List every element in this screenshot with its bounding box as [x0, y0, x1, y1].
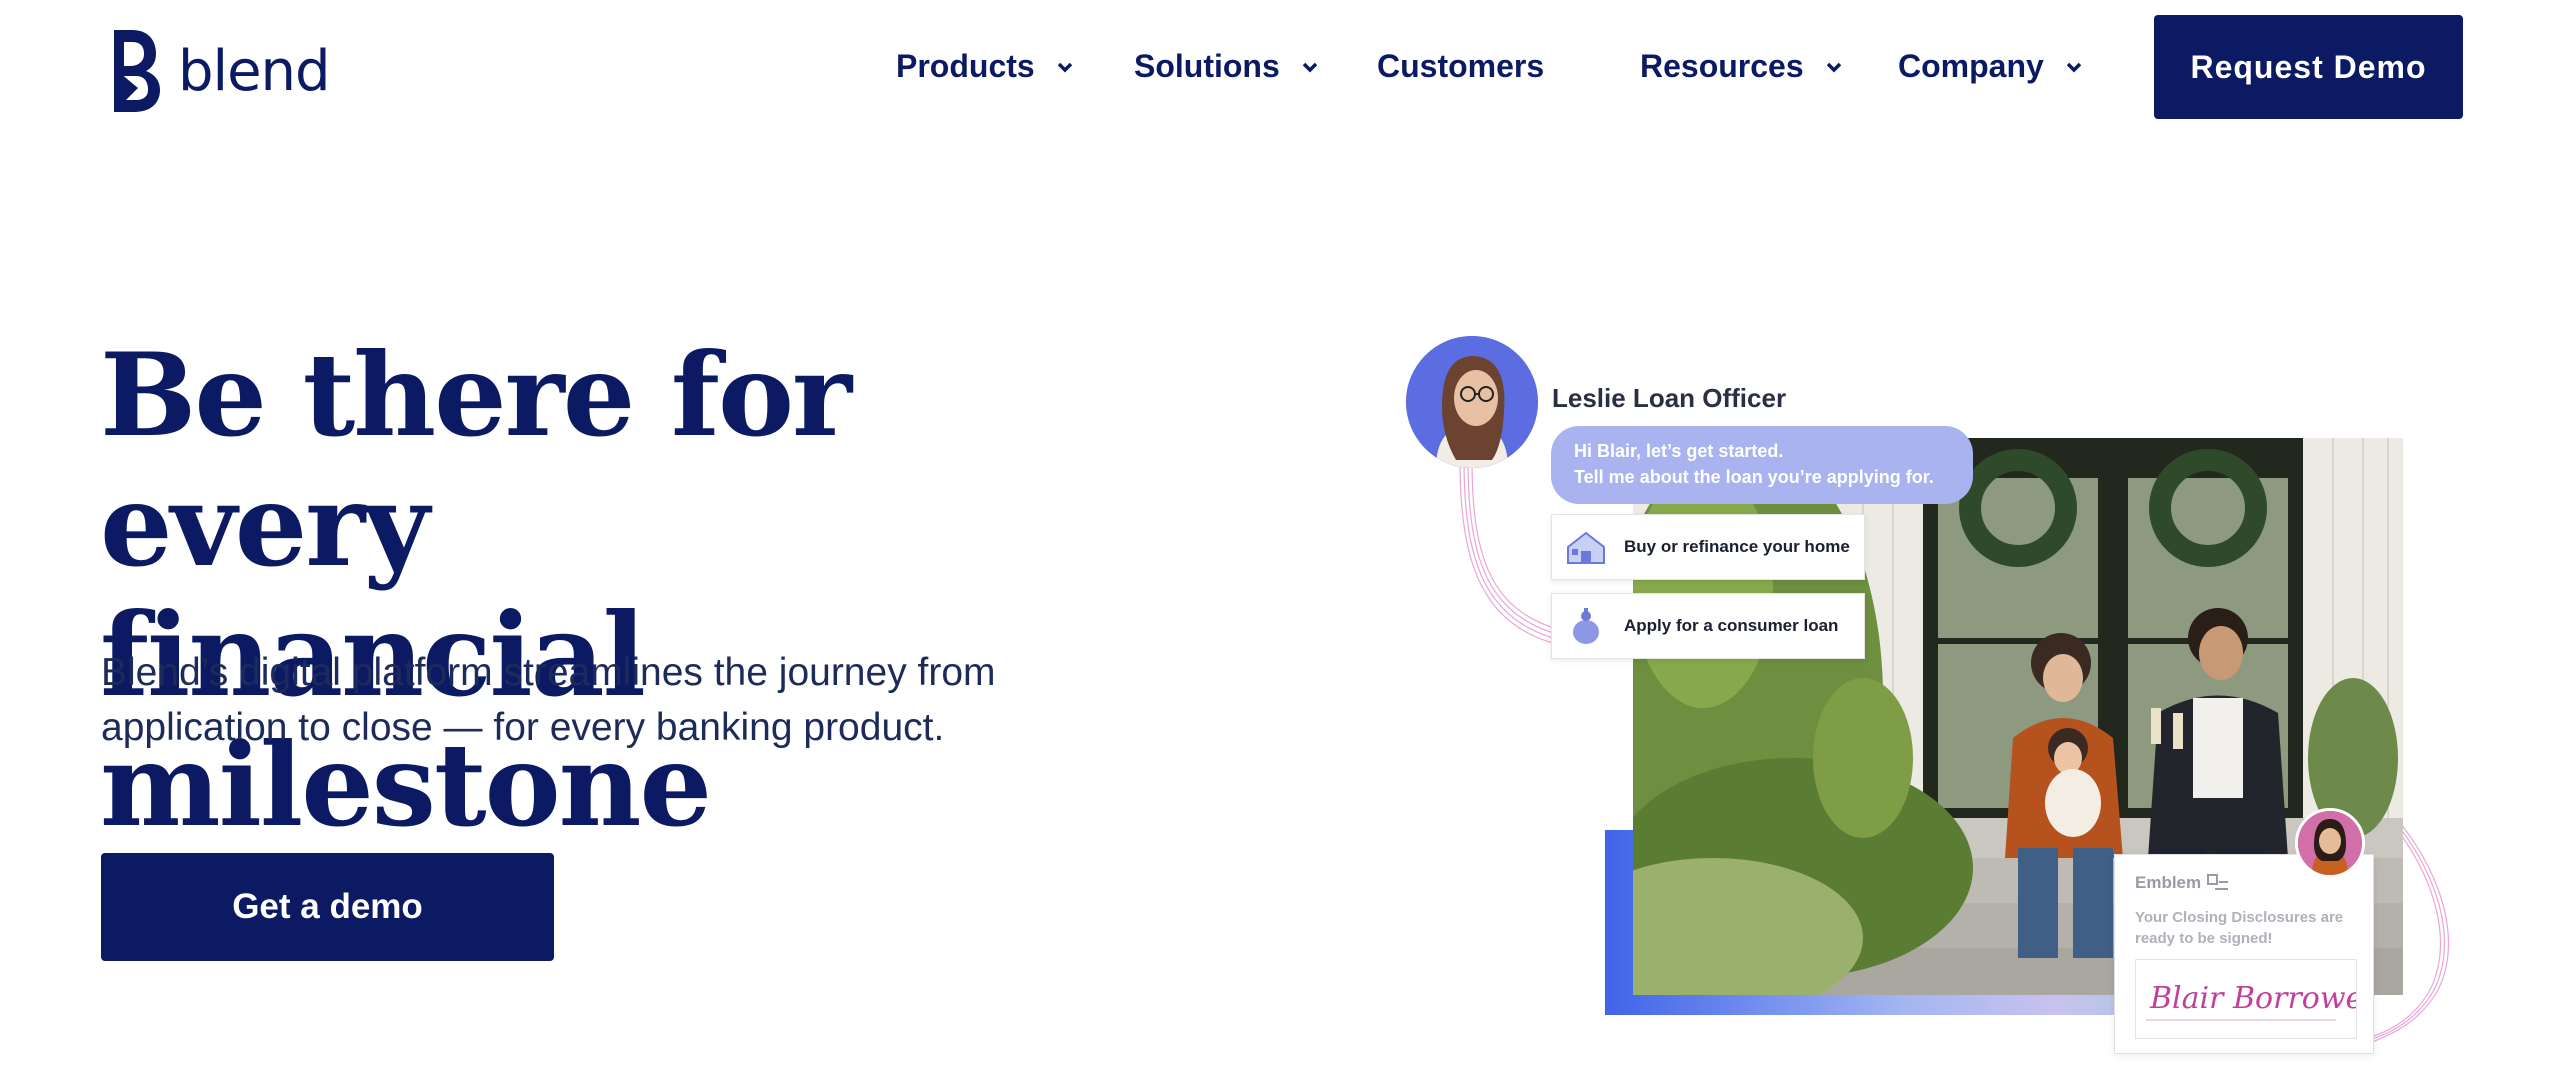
- blend-logo-icon: [114, 30, 160, 112]
- signature-text: Blair Borrower: [2149, 981, 2356, 1016]
- hero-illustration: Leslie Loan Officer Hi Blair, let’s get …: [1400, 330, 2560, 1084]
- option-consumer-loan-label: Apply for a consumer loan: [1624, 616, 1839, 635]
- nav-company[interactable]: Company: [1898, 48, 2084, 85]
- house-icon: [1567, 531, 1605, 564]
- signature-graphic: Blair Borrower: [2146, 981, 2379, 1021]
- logo-wordmark: blend: [178, 38, 331, 104]
- get-demo-button[interactable]: Get a demo: [101, 853, 554, 961]
- loan-officer-avatar: [1406, 336, 1538, 468]
- nav-resources[interactable]: Resources: [1640, 48, 1844, 85]
- chevron-down-icon: [2066, 62, 2082, 72]
- piggy-bank-icon: [1573, 608, 1599, 644]
- chat-bubble: Hi Blair, let’s get started. Tell me abo…: [1551, 426, 1973, 504]
- request-demo-button[interactable]: Request Demo: [2154, 15, 2463, 119]
- nav-products[interactable]: Products: [896, 48, 1075, 85]
- nav-customers-label: Customers: [1377, 48, 1545, 84]
- closing-disclosure-message: Your Closing Disclosures are ready to be…: [2135, 909, 2344, 947]
- loan-officer-name: Leslie Loan Officer: [1552, 383, 1787, 413]
- borrower-avatar: [2295, 808, 2365, 878]
- chevron-down-icon: [1057, 62, 1072, 72]
- site-header: blend Products Solutions Customers Resou…: [0, 0, 2560, 135]
- hero-subtext-line1: Blend’s digital platform streamlines the…: [101, 651, 996, 694]
- hero-subtext-line2: application to close — for every banking…: [101, 706, 945, 749]
- nav-customers[interactable]: Customers: [1377, 48, 1544, 85]
- nav-solutions[interactable]: Solutions: [1134, 48, 1320, 85]
- closing-disclosure-card: Emblem Your Closing Disclosures are read…: [2114, 854, 2379, 1054]
- loan-officer-portrait: [1406, 336, 1538, 468]
- chat-bubble-line1: Hi Blair, let’s get started.: [1574, 441, 1784, 461]
- nav-company-label: Company: [1898, 48, 2044, 84]
- nav-solutions-label: Solutions: [1134, 48, 1280, 84]
- hero-headline-line1: Be there for every: [100, 328, 852, 592]
- nav-products-label: Products: [896, 48, 1035, 84]
- hero-headline: Be there for every financial milestone: [100, 330, 1200, 850]
- chevron-down-icon: [1302, 62, 1318, 72]
- borrower-portrait: [2298, 811, 2362, 875]
- nav-resources-label: Resources: [1640, 48, 1804, 84]
- signature-box[interactable]: Blair Borrower: [2135, 959, 2379, 1039]
- blend-logo[interactable]: blend: [110, 28, 331, 114]
- emblem-brand-label: Emblem: [2135, 873, 2202, 892]
- chevron-down-icon: [1826, 62, 1841, 72]
- option-buy-refinance[interactable]: Buy or refinance your home: [1551, 514, 1865, 580]
- hero-subtext: Blend’s digital platform streamlines the…: [101, 645, 1061, 755]
- emblem-logo-icon: [2207, 874, 2229, 890]
- option-buy-refinance-label: Buy or refinance your home: [1624, 537, 1850, 556]
- option-consumer-loan[interactable]: Apply for a consumer loan: [1551, 593, 1865, 659]
- chat-bubble-line2: Tell me about the loan you’re applying f…: [1574, 467, 1934, 487]
